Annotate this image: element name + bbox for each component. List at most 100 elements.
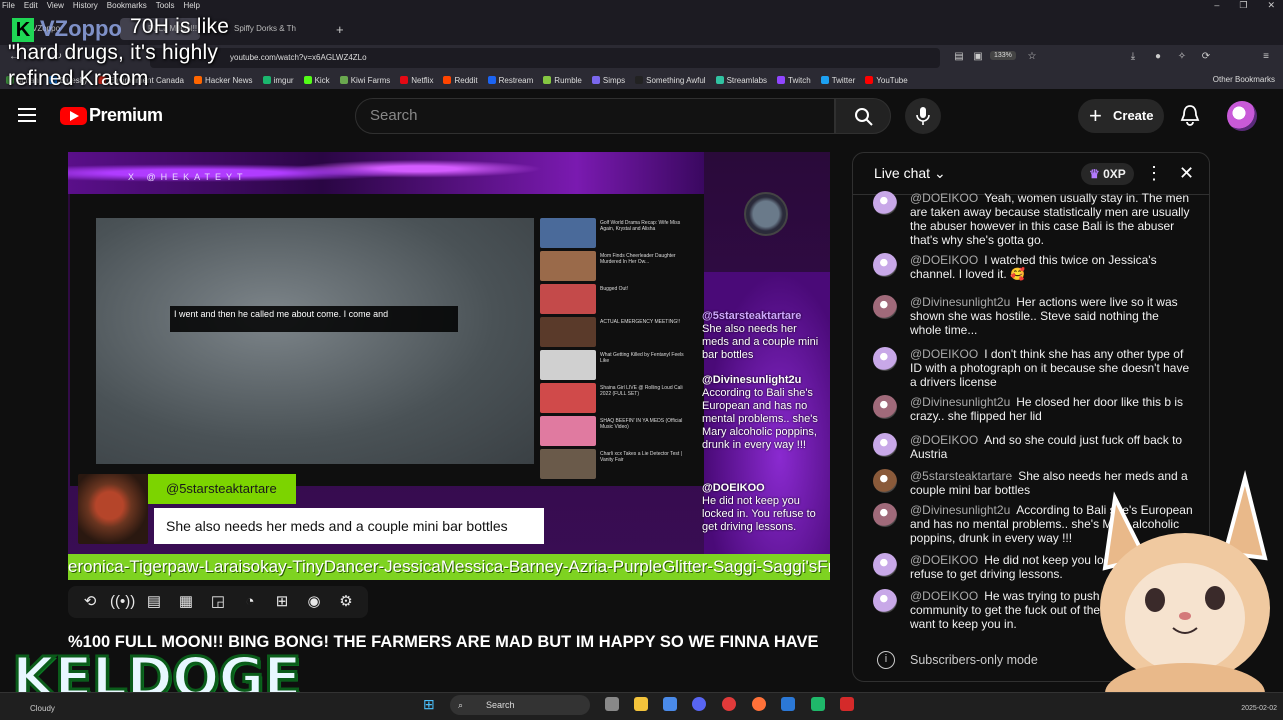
chat-author[interactable]: @DOEIKOO [910,191,978,205]
captions-settings-icon[interactable]: ▤ [142,590,166,614]
clapperboard-icon[interactable]: ▦ [174,590,198,614]
chat-avatar[interactable] [873,433,897,457]
chat-avatar[interactable] [873,503,897,527]
task-view-icon[interactable] [605,697,619,711]
discord-icon[interactable] [692,697,706,711]
menu-tools[interactable]: Tools [156,0,175,12]
close-chat-icon[interactable]: ✕ [1179,163,1194,184]
chat-avatar[interactable] [873,589,897,613]
chat-author[interactable]: @DOEIKOO [910,347,978,361]
chat-author[interactable]: @DOEIKOO [910,553,978,567]
chat-avatar[interactable] [873,253,897,277]
video-player[interactable]: X @HEKATEYT I went and then he called me… [68,152,830,580]
youtube-logo-icon[interactable] [60,107,87,125]
bookmark-item[interactable]: Netflix [400,76,433,85]
embedded-recommendation: What Getting Killed by Fentanyl Feels Li… [538,350,704,382]
windows-start-icon[interactable]: ⊞ [423,696,435,713]
broadcast-icon[interactable]: ((•)) [110,590,135,614]
restore-icon[interactable]: ❐ [1239,0,1247,11]
firefox-icon[interactable] [752,697,766,711]
chat-author[interactable]: @DOEIKOO [910,433,978,447]
chat-message[interactable]: @DOEIKOO I don't think she has any other … [873,347,1193,389]
account-avatar[interactable] [1227,101,1257,131]
chat-avatar[interactable] [873,395,897,419]
other-bookmarks[interactable]: Other Bookmarks [1213,75,1275,84]
menu-icon[interactable]: ≡ [1260,51,1272,63]
notifications-bell-icon[interactable] [1180,104,1200,126]
bookmark-item[interactable]: Twitch [777,76,811,85]
bookmark-item[interactable]: Streamlabs [715,76,767,85]
screenshot-icon[interactable]: ▣ [972,51,984,63]
speedometer-icon[interactable]: ◔ [238,590,262,614]
chat-author[interactable]: @Divinesunlight2u [910,295,1010,309]
puzzle-icon[interactable]: ✧ [1176,51,1188,63]
youtube-premium-label[interactable]: Premium [89,105,163,126]
bookmark-item[interactable]: Restream [487,76,533,85]
recommendation-thumbnail [540,416,596,446]
zoom-level[interactable]: 133% [990,51,1016,60]
chat-author[interactable]: @DOEIKOO [910,253,978,267]
bookmark-item[interactable]: Kick [303,76,330,85]
chat-avatar[interactable] [873,553,897,577]
minimize-icon[interactable]: – [1214,0,1219,11]
weather-widget[interactable]: Cloudy [30,704,55,713]
star-icon[interactable]: ☆ [1026,51,1038,63]
menu-bookmarks[interactable]: Bookmarks [107,0,147,12]
close-window-icon[interactable]: ✕ [1267,0,1275,11]
menu-history[interactable]: History [73,0,98,12]
gear-icon[interactable]: ⚙ [334,590,358,614]
xp-badge[interactable]: ♛ 0XP [1081,163,1134,185]
loop-icon[interactable]: ⟲ [78,590,102,614]
menu-edit[interactable]: Edit [24,0,38,12]
info-icon[interactable]: i [877,651,895,669]
video-subtitle: I went and then he called me about come.… [170,306,458,332]
chat-avatar[interactable] [873,295,897,319]
menu-file[interactable]: File [2,0,15,12]
chat-message[interactable]: @Divinesunlight2u He closed her door like… [873,395,1193,423]
bookmark-item[interactable]: Twitter [820,76,855,85]
chat-author[interactable]: @Divinesunlight2u [910,503,1010,517]
camera-icon[interactable]: ◉ [302,590,326,614]
menu-view[interactable]: View [47,0,64,12]
overlay-chat-author: @5starsteaktartare [702,310,802,322]
app-window-icon[interactable] [781,697,795,711]
chat-author[interactable]: @DOEIKOO [910,589,978,603]
new-tab-icon[interactable]: + [336,22,344,37]
more-options-icon[interactable]: ⋮ [1145,163,1163,184]
taskbar-search[interactable]: ⌕ Search [450,695,590,715]
bookmark-item[interactable]: Rumble [543,76,582,85]
chat-message[interactable]: @DOEIKOO Yeah, women usually stay in. The… [873,191,1193,247]
menu-help[interactable]: Help [183,0,199,12]
chat-message[interactable]: @DOEIKOO And so she could just fuck off b… [873,433,1193,461]
bookmark-item[interactable]: Simps [591,76,625,85]
download-icon[interactable]: ⤓ [1127,51,1139,63]
extension-icon[interactable]: ● [1152,51,1164,63]
chat-message[interactable]: @DOEIKOO I watched this twice on Jessica'… [873,253,1193,281]
bookmark-item[interactable]: Kiwi Farms [339,76,390,85]
youtube-app-icon[interactable] [840,697,854,711]
bookmark-item[interactable]: YouTube [865,76,908,85]
chat-avatar[interactable] [873,347,897,371]
chat-author[interactable]: @Divinesunlight2u [910,395,1010,409]
chat-avatar[interactable] [873,191,897,215]
hamburger-menu-icon[interactable] [18,108,36,126]
add-screen-icon[interactable]: ⊞ [270,590,294,614]
bookmark-item[interactable]: Reddit [443,76,478,85]
app-icon[interactable] [722,697,736,711]
chat-message[interactable]: @Divinesunlight2u Her actions were live s… [873,295,1193,337]
sync-icon[interactable]: ⟳ [1200,51,1212,63]
voice-search-button[interactable] [905,98,941,134]
copilot-icon[interactable] [663,697,677,711]
search-input[interactable]: Search [355,98,835,134]
picture-in-picture-icon[interactable]: ◲ [206,590,230,614]
window-controls: – ❐ ✕ [1214,0,1275,11]
bookmark-item[interactable]: Something Awful [635,76,706,85]
search-button[interactable] [835,98,891,134]
live-chat-dropdown[interactable]: Live chat ⌄ [874,165,946,182]
create-button[interactable]: + Create [1078,99,1164,133]
file-explorer-icon[interactable] [634,697,648,711]
chat-avatar[interactable] [873,469,897,493]
app-green-icon[interactable] [811,697,825,711]
chat-author[interactable]: @5starsteaktartare [910,469,1012,483]
reader-view-icon[interactable]: ▤ [953,51,965,63]
